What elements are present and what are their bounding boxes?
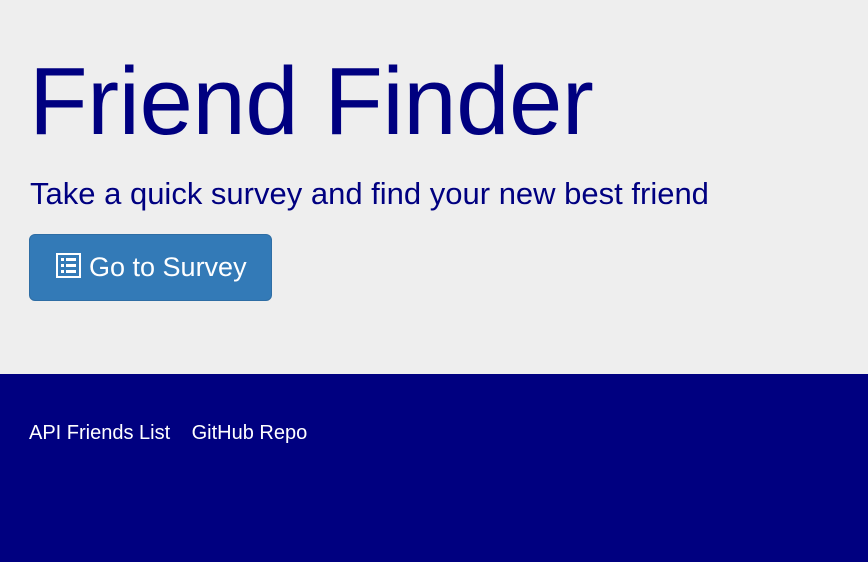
go-to-survey-label: Go to Survey	[89, 252, 247, 282]
github-repo-link[interactable]: GitHub Repo	[192, 422, 308, 444]
page-subtitle: Take a quick survey and find your new be…	[30, 176, 709, 211]
footer: API Friends List GitHub Repo	[0, 374, 868, 562]
list-alt-icon	[56, 253, 81, 278]
api-friends-list-link[interactable]: API Friends List	[29, 422, 170, 444]
go-to-survey-button[interactable]: Go to Survey	[29, 234, 272, 301]
jumbotron: Friend Finder Take a quick survey and fi…	[0, 0, 868, 374]
page-title: Friend Finder	[29, 48, 594, 155]
